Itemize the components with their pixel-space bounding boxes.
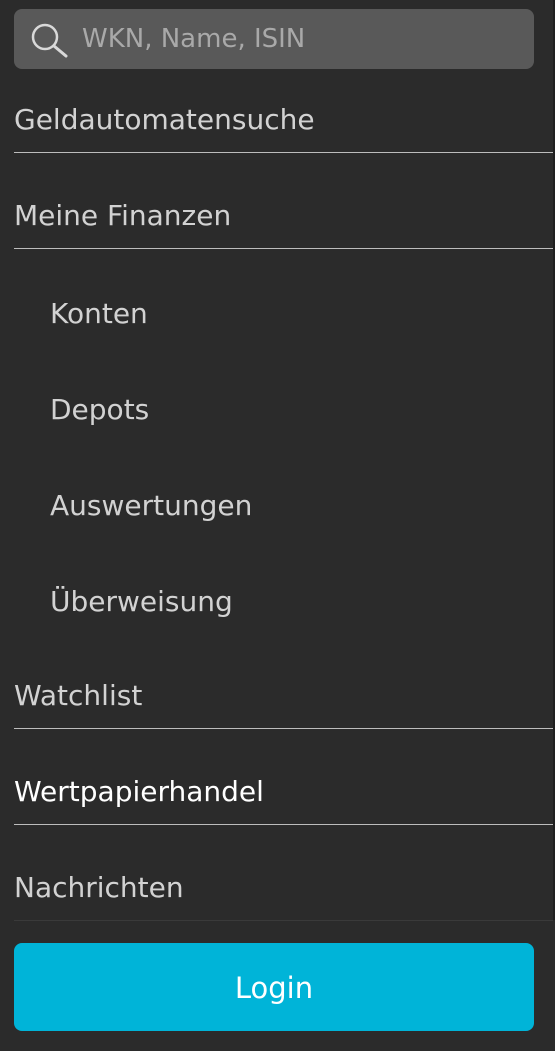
menu-item-wertpapierhandel[interactable]: Wertpapierhandel xyxy=(14,775,553,825)
menu-item-watchlist[interactable]: Watchlist xyxy=(14,679,553,729)
menu-item-nachrichten[interactable]: Nachrichten xyxy=(14,871,553,921)
search-icon xyxy=(31,23,68,58)
menu-item-geldautomatensuche[interactable]: Geldautomatensuche xyxy=(14,103,553,153)
search-bar[interactable] xyxy=(14,9,534,69)
login-button[interactable]: Login xyxy=(14,943,534,1031)
submenu-item-depots[interactable]: Depots xyxy=(50,393,553,433)
submenu-item-ueberweisung[interactable]: Überweisung xyxy=(50,585,553,625)
submenu-item-auswertungen[interactable]: Auswertungen xyxy=(50,489,553,529)
submenu-item-konten[interactable]: Konten xyxy=(50,297,553,337)
search-input[interactable] xyxy=(82,9,522,69)
menu-item-meine-finanzen[interactable]: Meine Finanzen xyxy=(14,199,553,249)
